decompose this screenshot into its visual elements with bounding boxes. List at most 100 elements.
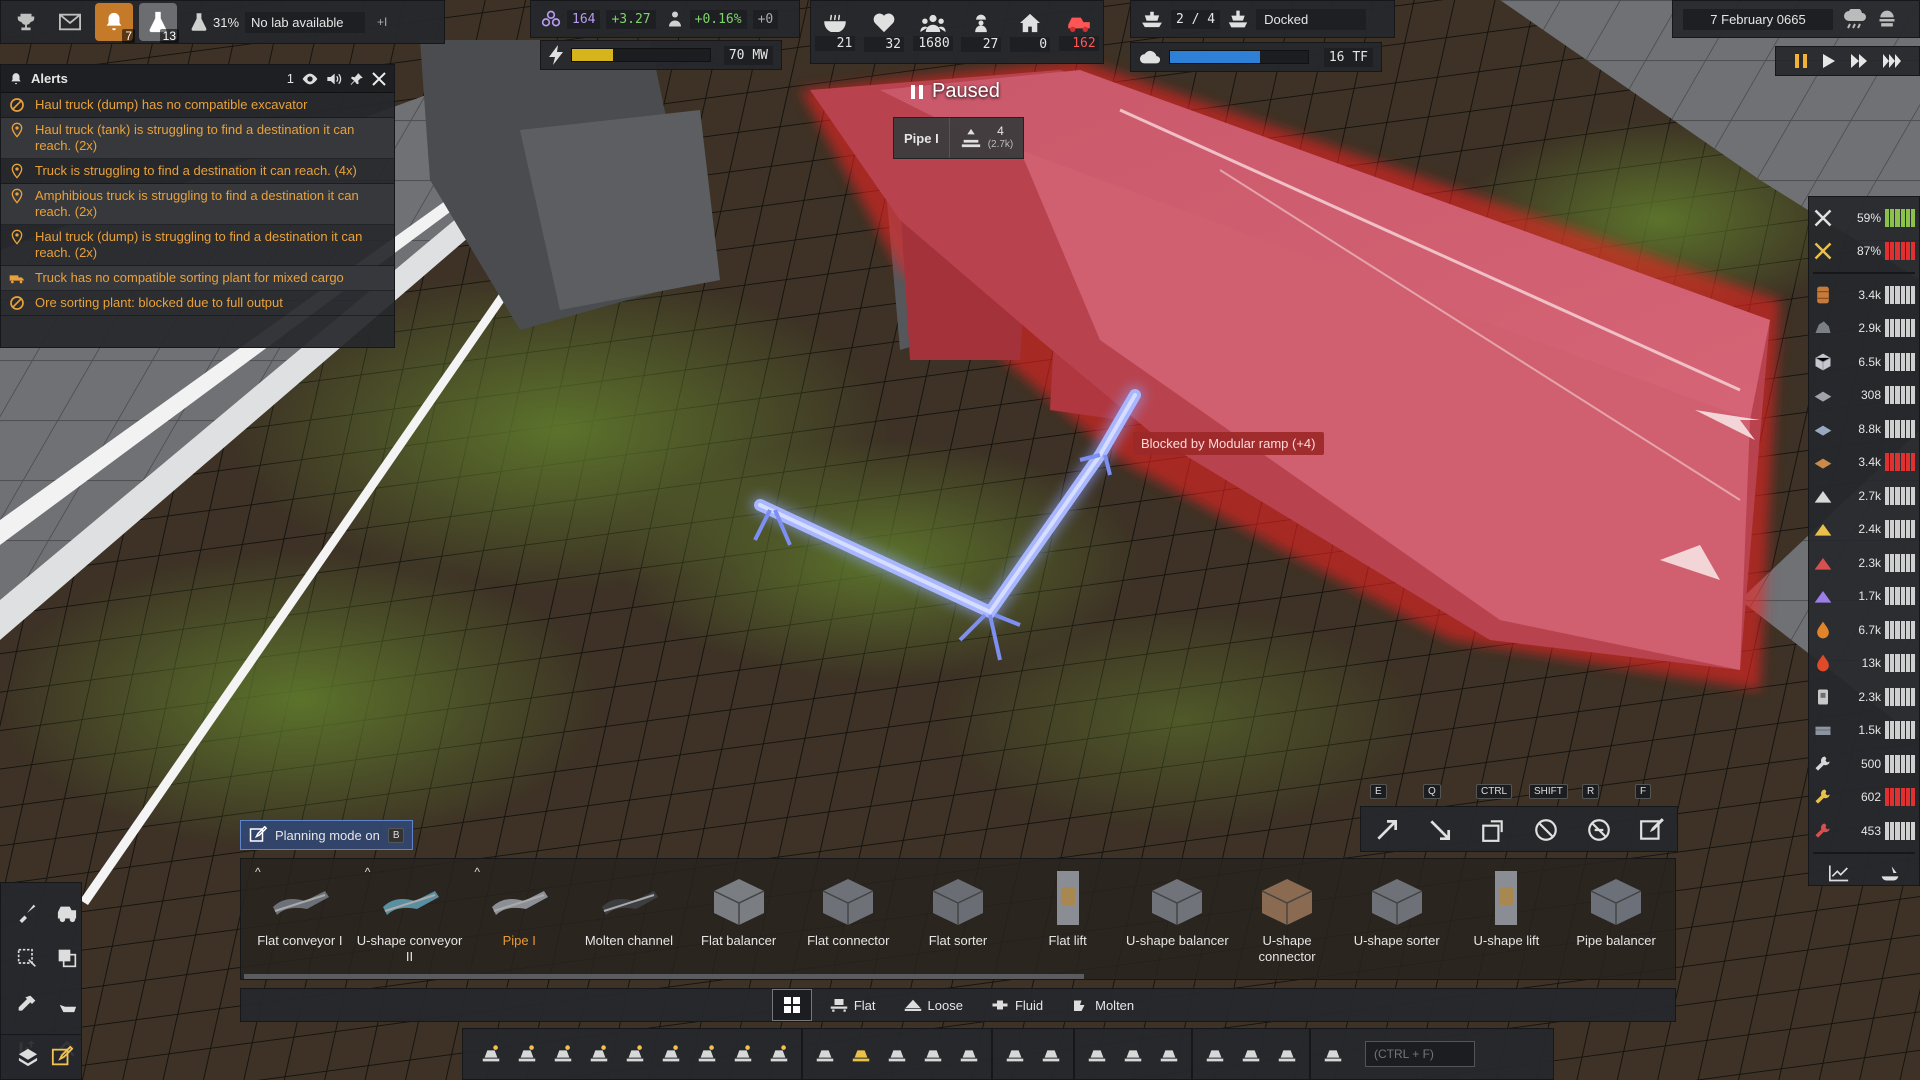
eye-icon[interactable]: [302, 73, 318, 85]
resource-row[interactable]: 3.4k: [1813, 446, 1916, 480]
person-icon[interactable]: [1321, 1042, 1345, 1066]
resource-row[interactable]: 453: [1813, 814, 1916, 848]
flame-icon[interactable]: [515, 1042, 539, 1066]
research-button[interactable]: 13: [139, 3, 179, 43]
compute-panel[interactable]: 16 TF: [1130, 42, 1382, 72]
resource-row[interactable]: 6.7k: [1813, 613, 1916, 647]
resource-row[interactable]: 602: [1813, 781, 1916, 815]
palette-item[interactable]: U-shape connector: [1232, 863, 1342, 971]
palette-item[interactable]: ^ Flat conveyor I: [245, 863, 355, 971]
resource-row[interactable]: 8.8k: [1813, 412, 1916, 446]
palette-item[interactable]: ^ U-shape conveyor II: [355, 863, 465, 971]
alert-item[interactable]: Amphibious truck is struggling to find a…: [1, 184, 394, 225]
palette-item[interactable]: Flat sorter: [903, 863, 1013, 971]
eyedropper-icon[interactable]: [11, 982, 43, 1026]
resource-row[interactable]: 2.9k: [1813, 312, 1916, 346]
vehicle-depot-icon[interactable]: [51, 891, 83, 935]
bridge-icon[interactable]: [1003, 1042, 1027, 1066]
play-icon[interactable]: [1822, 53, 1836, 69]
resource-row[interactable]: 3.4k: [1813, 278, 1916, 312]
palette-scrollbar[interactable]: [244, 974, 1084, 979]
sound-icon[interactable]: [326, 72, 342, 86]
trees-icon[interactable]: [1121, 1042, 1145, 1066]
resource-row[interactable]: 500: [1813, 747, 1916, 781]
fast-forward-icon[interactable]: [1850, 53, 1868, 69]
alert-item[interactable]: Haul truck (dump) has no compatible exca…: [1, 93, 394, 118]
palette-item[interactable]: ^ Pipe I: [464, 863, 574, 971]
palette-item[interactable]: U-shape balancer: [1123, 863, 1233, 971]
gear-box-icon[interactable]: [695, 1042, 719, 1066]
clone-icon[interactable]: [51, 937, 83, 981]
storage-icon[interactable]: [1039, 1042, 1063, 1066]
trophy-icon[interactable]: [7, 3, 45, 41]
weather-icon[interactable]: [1843, 9, 1867, 29]
workers-stat[interactable]: 27: [957, 0, 1006, 64]
cancel-icon[interactable]: [1528, 817, 1564, 843]
palette-item[interactable]: Pipe balancer: [1561, 863, 1671, 971]
resource-row[interactable]: 6.5k: [1813, 345, 1916, 379]
drop-icon[interactable]: [551, 1042, 575, 1066]
conveyor-icon[interactable]: [813, 1042, 837, 1066]
expand-caret-icon[interactable]: ^: [255, 865, 261, 879]
alerts-bell-button[interactable]: 7: [95, 3, 135, 43]
palette-item[interactable]: U-shape sorter: [1342, 863, 1452, 971]
resource-row[interactable]: 13k: [1813, 647, 1916, 681]
downgrade-icon[interactable]: [1422, 817, 1458, 843]
alert-item[interactable]: Haul truck (tank) is struggling to find …: [1, 118, 394, 159]
crane-icon[interactable]: [957, 1042, 981, 1066]
layers-icon[interactable]: [17, 1047, 39, 1067]
alert-item[interactable]: Ore sorting plant: blocked due to full o…: [1, 291, 394, 316]
upgrade-icon[interactable]: [1369, 817, 1405, 843]
palette-item[interactable]: Flat lift: [1013, 863, 1123, 971]
category-flat[interactable]: Flat: [820, 993, 886, 1017]
resource-row[interactable]: 1.5k: [1813, 714, 1916, 748]
palette-item[interactable]: Flat connector: [793, 863, 903, 971]
resource-row[interactable]: 2.7k: [1813, 479, 1916, 513]
palette-item[interactable]: U-shape lift: [1452, 863, 1562, 971]
vehicle-assign-icon[interactable]: [51, 982, 83, 1026]
pause-icon[interactable]: [1794, 53, 1808, 69]
split-icon[interactable]: [587, 1042, 611, 1066]
ship-icon[interactable]: [921, 1042, 945, 1066]
close-icon[interactable]: [372, 71, 386, 86]
vehicles-stat[interactable]: 162: [1054, 0, 1103, 64]
alert-item[interactable]: Haul truck (dump) is struggling to find …: [1, 225, 394, 266]
resource-row[interactable]: 2.4k: [1813, 513, 1916, 547]
recipe-icon[interactable]: [1880, 864, 1900, 882]
resource-row[interactable]: 308: [1813, 379, 1916, 413]
research-status[interactable]: No lab available: [245, 11, 366, 33]
terrain-brush-icon[interactable]: [11, 891, 43, 935]
palette-item[interactable]: Flat balancer: [684, 863, 794, 971]
planning-edit-icon[interactable]: [51, 1046, 73, 1068]
expand-caret-icon[interactable]: ^: [474, 865, 480, 879]
health-stat[interactable]: 32: [860, 0, 909, 64]
expand-caret-icon[interactable]: ^: [365, 865, 371, 879]
palette-item[interactable]: Molten channel: [574, 863, 684, 971]
category-loose[interactable]: Loose: [894, 993, 973, 1017]
resource-row[interactable]: 2.3k: [1813, 546, 1916, 580]
power-panel[interactable]: 70 MW: [540, 40, 782, 70]
select-area-icon[interactable]: [11, 937, 43, 981]
category-fluid[interactable]: Fluid: [981, 993, 1053, 1017]
resource-row[interactable]: 2.3k: [1813, 680, 1916, 714]
category-molten[interactable]: Molten: [1061, 993, 1144, 1017]
population-stat[interactable]: 1680: [908, 0, 957, 64]
pattern-icon[interactable]: [1157, 1042, 1181, 1066]
refinery-icon[interactable]: [767, 1042, 791, 1066]
alert-item[interactable]: Truck is struggling to find a destinatio…: [1, 159, 394, 184]
tank-icon[interactable]: [659, 1042, 683, 1066]
planning-mode-toggle[interactable]: Planning mode on B: [240, 820, 414, 850]
diamond-icon[interactable]: [623, 1042, 647, 1066]
search-input[interactable]: [1365, 1041, 1475, 1067]
fastest-forward-icon[interactable]: [1882, 53, 1902, 69]
conveyor-gold-icon[interactable]: [849, 1042, 873, 1066]
terrain-icon[interactable]: [1085, 1042, 1109, 1066]
office-icon[interactable]: [1239, 1042, 1263, 1066]
category-all[interactable]: [771, 989, 812, 1021]
balance-icon[interactable]: [1203, 1042, 1227, 1066]
building-icon[interactable]: [479, 1042, 503, 1066]
ships-panel[interactable]: 2 / 4 Docked: [1130, 0, 1395, 38]
resource-row[interactable]: 1.7k: [1813, 580, 1916, 614]
recover-icon[interactable]: [1581, 817, 1617, 843]
resource-row[interactable]: 59%: [1813, 201, 1916, 235]
